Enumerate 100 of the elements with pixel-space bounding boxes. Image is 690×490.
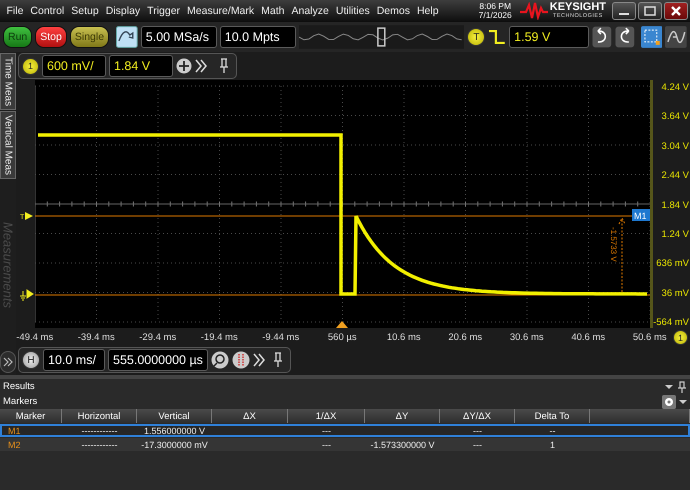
- table-cell-text: ---: [472, 424, 483, 437]
- column-header[interactable]: ΔY/ΔX: [440, 409, 515, 423]
- axis-label: -564 mV: [653, 317, 689, 328]
- sample-rate-field[interactable]: 5.00 MSa/s: [140, 26, 217, 48]
- table-row[interactable]: M2 ------------ -17.3000000 mV --- -1.573300000 V --- 1: [0, 438, 690, 451]
- minimize-button[interactable]: [612, 2, 636, 20]
- menu-item[interactable]: File: [3, 5, 27, 17]
- horizontal-badge[interactable]: H: [22, 351, 40, 369]
- trigger-position-icon[interactable]: [336, 321, 348, 328]
- menu-item[interactable]: Trigger: [144, 5, 184, 17]
- channel-badge[interactable]: 1: [673, 330, 688, 345]
- pin-icon[interactable]: [677, 380, 687, 392]
- table-cell-text: ---: [321, 438, 332, 451]
- menu-item[interactable]: Help: [413, 5, 442, 17]
- table-cell-text: --: [548, 424, 556, 437]
- axis-label: -39.4 ms: [76, 332, 116, 342]
- axis-label: 4.24 V: [662, 82, 689, 93]
- add-icon[interactable]: [176, 58, 192, 74]
- table-cell-text: M1: [7, 424, 22, 437]
- axis-label: 20.6 ms: [447, 332, 484, 342]
- channel-offset-field[interactable]: 1.84 V: [109, 55, 173, 77]
- table-cell-text: -1.573300000 V: [369, 438, 436, 451]
- table-row[interactable]: M1 ------------ 1.556000000 V --- --- --: [0, 424, 690, 437]
- axis-label: 40.6 ms: [570, 332, 606, 342]
- ground-marker-icon[interactable]: [20, 288, 34, 302]
- column-header[interactable]: ΔX: [212, 409, 288, 423]
- redo-icon[interactable]: [614, 26, 635, 48]
- table-cell-text: 1.556000000 V: [142, 424, 206, 437]
- axis-label: 560 µs: [326, 332, 358, 342]
- falling-edge-icon[interactable]: [488, 27, 506, 47]
- maximize-button[interactable]: [638, 2, 662, 20]
- clock-time: 8:06 PM: [479, 2, 512, 11]
- grid-icon[interactable]: [232, 351, 250, 369]
- axis-label: 1.84 V: [662, 200, 689, 210]
- double-chevron-icon: [3, 356, 13, 367]
- maximize-icon: [644, 6, 656, 16]
- logo-name: KEYSIGHT: [550, 2, 606, 13]
- waveform-overview-drawing[interactable]: [298, 25, 464, 49]
- column-header[interactable]: 1/ΔX: [288, 409, 365, 423]
- column-header[interactable]: ΔY: [365, 409, 440, 423]
- table-cell-text: 1: [548, 438, 556, 451]
- menu-item[interactable]: Measure/Mark: [184, 5, 258, 17]
- axis-label: 636 mV: [656, 258, 689, 270]
- menu-item[interactable]: Display: [102, 5, 144, 17]
- table-cell-text: ------------: [80, 424, 118, 437]
- menu-item[interactable]: Analyze: [288, 5, 332, 17]
- channel-scale-field[interactable]: 600 mV/: [42, 55, 106, 77]
- menu-item[interactable]: Utilities: [332, 5, 374, 17]
- side-tab[interactable]: Vertical Meas: [0, 111, 16, 180]
- axis-label: 30.6 ms: [508, 332, 545, 342]
- axis-label: 1.24 V: [662, 228, 689, 240]
- undo-icon[interactable]: [592, 26, 612, 48]
- table-cell-text: M2: [7, 438, 22, 451]
- pin-icon[interactable]: [272, 352, 284, 368]
- run-button[interactable]: Run: [3, 26, 32, 48]
- axis-label: -9.44 ms: [261, 332, 300, 342]
- menu-item[interactable]: Setup: [68, 5, 102, 17]
- measure-wave-icon[interactable]: [665, 26, 687, 48]
- clock-date: 7/1/2026: [478, 11, 512, 20]
- side-tab[interactable]: Time Meas: [0, 53, 16, 110]
- close-button[interactable]: [664, 2, 688, 20]
- axis-label: 10.6 ms: [386, 332, 422, 342]
- close-icon: [671, 6, 681, 16]
- axis-label: 3.04 V: [662, 140, 689, 152]
- dropdown-icon[interactable]: [665, 384, 673, 390]
- axis-label: 2.44 V: [662, 170, 689, 182]
- memory-depth-field[interactable]: 10.0 Mpts: [220, 26, 296, 48]
- column-header[interactable]: Vertical: [137, 409, 212, 423]
- trigger-badge[interactable]: T: [467, 28, 486, 46]
- single-button[interactable]: Single: [70, 26, 110, 48]
- horizontal-scale-field[interactable]: 10.0 ms/: [43, 349, 105, 371]
- delta-label: -1.5733 V: [609, 227, 618, 262]
- expand-button[interactable]: [0, 350, 16, 373]
- double-chevron-icon[interactable]: [195, 59, 207, 73]
- table-cell-text: ------------: [80, 438, 118, 451]
- marker-tag[interactable]: M1: [632, 209, 650, 221]
- table-cell-text: ---: [472, 438, 483, 451]
- menu-item[interactable]: Control: [26, 5, 68, 17]
- axis-label: -49.4 ms: [15, 332, 54, 342]
- column-header[interactable]: Horizontal: [62, 409, 137, 423]
- axis-label: -19.4 ms: [200, 332, 239, 342]
- column-header[interactable]: Delta To: [515, 409, 590, 423]
- settings-icon[interactable]: [662, 394, 676, 408]
- panel-title: Results: [3, 381, 35, 392]
- zoom-icon[interactable]: [210, 351, 229, 369]
- dropdown-icon[interactable]: [679, 398, 687, 404]
- trigger-level-field[interactable]: 1.59 V: [509, 26, 590, 48]
- double-chevron-icon[interactable]: [252, 353, 265, 367]
- zoom-box-icon[interactable]: [640, 26, 662, 48]
- menu-item[interactable]: Demos: [373, 5, 414, 17]
- channel-badge[interactable]: 1: [22, 58, 39, 74]
- horizontal-position-field[interactable]: 555.0000000 µs: [108, 349, 208, 371]
- auto-scale-icon[interactable]: [116, 26, 138, 48]
- logo-wave-icon: [520, 2, 548, 20]
- column-header[interactable]: Marker: [0, 409, 62, 423]
- pin-icon[interactable]: [218, 58, 230, 74]
- section-title: Markers: [3, 396, 38, 407]
- stop-button[interactable]: Stop: [35, 26, 67, 48]
- table-cell-text: ---: [321, 424, 332, 437]
- menu-item[interactable]: Math: [258, 5, 288, 17]
